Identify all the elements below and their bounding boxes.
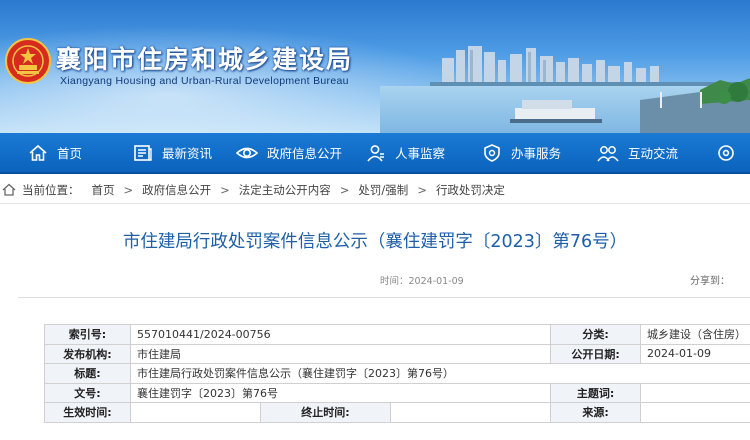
article-title: 市住建局行政处罚案件信息公示（襄住建罚字〔2023〕第76号） — [122, 232, 628, 252]
nav-item-interaction[interactable]: 互动交流 — [597, 133, 678, 172]
header-banner: 襄阳市住房和城乡建设局 Xiangyang Housing and Urban-… — [0, 0, 750, 133]
table-row: 文号: 襄住建罚字〔2023〕第76号 主题词: — [44, 382, 750, 403]
pubdate-label: 公开日期: — [550, 343, 642, 364]
source-label: 来源: — [550, 402, 642, 423]
site-subtitle: Xiangyang Housing and Urban-Rural Develo… — [60, 75, 349, 87]
docno-label: 文号: — [44, 382, 131, 403]
nav-item-home[interactable]: 首页 — [28, 133, 82, 172]
breadcrumb-item-decision[interactable]: 行政处罚决定 — [436, 182, 505, 198]
breadcrumb-item-gov-info[interactable]: 政府信息公开 — [142, 182, 211, 198]
person-icon — [367, 144, 384, 162]
title-label: 标题: — [44, 363, 131, 384]
subject-value — [640, 382, 750, 403]
category-label: 分类: — [550, 324, 642, 345]
nav-label-personnel: 人事监察 — [395, 146, 446, 161]
subject-label: 主题词: — [550, 382, 642, 403]
share-label[interactable]: 分享到： — [690, 272, 730, 287]
expire-label: 终止时间: — [260, 402, 391, 423]
publish-time: 时间：2024-01-09 — [380, 276, 464, 287]
table-row: 生效时间: 终止时间: 来源: — [44, 402, 750, 423]
table-row: 发布机构: 市住建局 公开日期: 2024-01-09 — [44, 343, 750, 364]
pubdate-value: 2024-01-09 — [640, 343, 750, 364]
index-label: 索引号: — [44, 324, 131, 345]
home-icon — [29, 144, 47, 161]
expire-value — [389, 402, 552, 423]
breadcrumb-separator: > — [417, 182, 427, 197]
category-value: 城乡建设（含住房） — [640, 324, 750, 345]
main-nav: 首页 最新资讯 政府信息公开 人事监察 办事服务 互动交流 — [0, 133, 750, 174]
nav-item-more[interactable] — [716, 133, 745, 172]
docno-value: 襄住建罚字〔2023〕第76号 — [129, 382, 552, 403]
nav-label-gov-info: 政府信息公开 — [267, 146, 343, 161]
document-info-table: 索引号: 557010441/2024-00756 分类: 城乡建设（含住房） … — [44, 324, 750, 423]
publisher-value: 市住建局 — [129, 343, 552, 364]
eye-icon — [236, 147, 258, 158]
breadcrumb-separator: > — [220, 182, 230, 197]
breadcrumb-separator: > — [339, 182, 350, 197]
nav-item-services[interactable]: 办事服务 — [482, 133, 561, 172]
table-row: 标题: 市住建局行政处罚案件信息公示（襄住建罚字〔2023〕第76号） — [44, 363, 750, 384]
breadcrumb: 当前位置： 首页 > 政府信息公开 > 法定主动公开内容 > 处罚/强制 > 行… — [0, 176, 750, 204]
gear-icon — [718, 144, 734, 161]
divider — [18, 297, 750, 298]
effective-value — [130, 402, 261, 423]
shield-icon — [484, 143, 500, 162]
breadcrumb-separator: > — [123, 182, 134, 197]
title-value: 市住建局行政处罚案件信息公示（襄住建罚字〔2023〕第76号） — [129, 363, 750, 384]
source-value — [640, 402, 750, 423]
news-icon — [134, 144, 152, 161]
nav-label-interaction: 互动交流 — [628, 146, 679, 161]
publisher-label: 发布机构: — [44, 343, 131, 364]
nav-item-personnel[interactable]: 人事监察 — [366, 133, 445, 172]
table-row: 索引号: 557010441/2024-00756 分类: 城乡建设（含住房） — [44, 324, 750, 345]
effective-label: 生效时间: — [44, 402, 131, 423]
national-emblem-icon — [5, 38, 51, 84]
breadcrumb-item-statutory[interactable]: 法定主动公开内容 — [239, 182, 331, 198]
location-home-icon — [2, 183, 16, 196]
nav-item-gov-info[interactable]: 政府信息公开 — [236, 133, 342, 172]
breadcrumb-item-home[interactable]: 首页 — [92, 182, 115, 198]
nav-label-news: 最新资讯 — [162, 146, 213, 161]
nav-label-home: 首页 — [57, 146, 83, 161]
nav-label-services: 办事服务 — [511, 146, 562, 161]
nav-item-news[interactable]: 最新资讯 — [133, 133, 212, 172]
site-title: 襄阳市住房和城乡建设局 — [56, 45, 354, 74]
breadcrumb-prefix: 当前位置： — [22, 182, 80, 197]
index-value: 557010441/2024-00756 — [129, 324, 552, 345]
breadcrumb-item-penalty[interactable]: 处罚/强制 — [358, 182, 408, 198]
chat-icon — [597, 145, 619, 161]
